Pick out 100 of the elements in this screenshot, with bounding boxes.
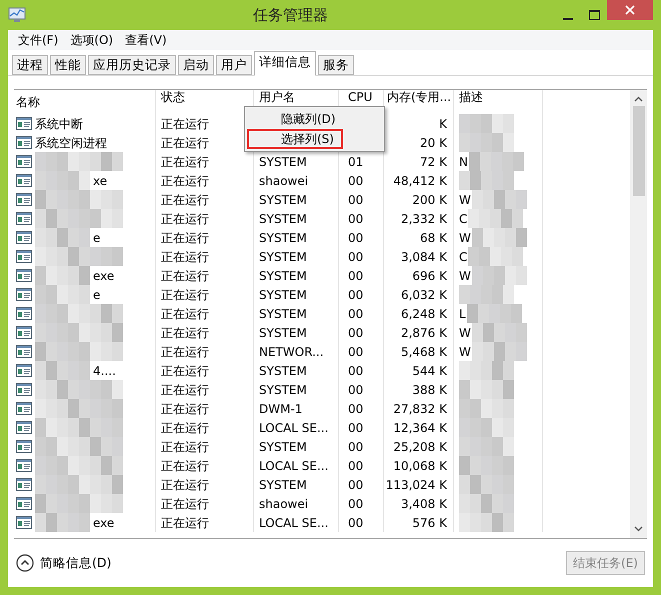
memory-cell-text: 68 K <box>420 230 447 246</box>
tab[interactable]: 用户 <box>216 55 252 75</box>
status-cell: 正在运行 <box>155 513 253 532</box>
redaction-mosaic <box>459 437 514 456</box>
menu-item[interactable]: 查看(V) <box>119 31 173 49</box>
redaction-mosaic <box>459 114 514 133</box>
cpu-cell-text: 00 <box>348 438 364 456</box>
process-name: exe <box>93 514 114 532</box>
tab[interactable]: 进程 <box>12 55 48 75</box>
cpu-cell-text: 00 <box>348 192 364 208</box>
memory-cell-text: 25,208 K <box>393 438 447 456</box>
maximize-icon <box>588 10 600 20</box>
redaction-mosaic <box>459 171 514 190</box>
scroll-thumb[interactable] <box>632 106 644 196</box>
cpu-cell-text: 00 <box>348 400 364 418</box>
menu-item[interactable]: 文件(F) <box>12 31 64 49</box>
tab[interactable]: 服务 <box>318 55 354 75</box>
status-cell: 正在运行 <box>155 228 253 247</box>
process-icon <box>16 516 32 529</box>
column-header[interactable]: 名称 <box>14 95 155 109</box>
status-cell: 正在运行 <box>155 456 253 475</box>
status-cell: 正在运行 <box>155 418 253 437</box>
cpu-cell-text: 00 <box>348 362 364 380</box>
memory-cell-text: 72 K <box>420 154 447 170</box>
collapse-icon[interactable] <box>16 554 34 572</box>
process-name: 系统中断 <box>35 116 83 132</box>
user-cell-text: SYSTEM <box>259 476 307 494</box>
fewer-details-link[interactable]: 简略信息(D) <box>40 554 112 572</box>
close-icon <box>625 5 635 15</box>
cpu-cell-text: 00 <box>348 382 364 398</box>
cpu-cell-text: 00 <box>348 514 364 532</box>
tab[interactable]: 性能 <box>50 55 86 75</box>
process-icon <box>16 383 32 396</box>
tab[interactable]: 启动 <box>178 55 214 75</box>
cpu-cell-text: 00 <box>348 230 364 246</box>
status-cell: 正在运行 <box>155 285 253 304</box>
user-cell-text: SYSTEM <box>259 306 307 322</box>
task-manager-icon <box>8 7 26 23</box>
memory-cell-text: 113,024 K <box>386 476 447 494</box>
user-cell-text: SYSTEM <box>259 248 307 266</box>
tab[interactable]: 应用历史记录 <box>88 55 176 75</box>
description-cell-text: L <box>459 306 466 322</box>
menu-item[interactable]: 选项(O) <box>64 31 120 49</box>
process-name: xe <box>93 172 108 190</box>
memory-cell-text: 2,332 K <box>400 210 447 228</box>
redaction-mosaic <box>459 513 514 532</box>
memory-cell-text: 10,068 K <box>393 458 447 474</box>
cpu-cell-text: 00 <box>348 420 364 436</box>
tab[interactable]: 详细信息 <box>254 51 316 76</box>
cpu-cell-text: 00 <box>348 476 364 494</box>
description-cell-text: W <box>459 192 471 208</box>
status-cell: 正在运行 <box>155 342 253 361</box>
scrollbar[interactable] <box>630 90 647 538</box>
redaction-mosaic <box>459 475 514 494</box>
description-cell-text: W <box>459 268 471 284</box>
description-cell-text: W <box>459 344 471 360</box>
scroll-down-icon[interactable] <box>634 526 643 532</box>
close-button[interactable] <box>607 0 653 20</box>
memory-cell-text: K <box>439 116 447 132</box>
process-icon <box>16 307 32 320</box>
status-cell: 正在运行 <box>155 304 253 323</box>
memory-cell-text: 696 K <box>412 268 447 284</box>
process-name: e <box>93 286 100 304</box>
memory-cell-text: 27,832 K <box>393 400 447 418</box>
memory-cell-text: 12,364 K <box>393 420 447 436</box>
user-cell-text: SYSTEM <box>259 210 307 228</box>
cpu-cell-text: 00 <box>348 496 364 512</box>
redaction-mosaic <box>459 380 514 399</box>
redaction-mosaic <box>472 190 527 209</box>
memory-cell-text: 3,408 K <box>400 496 447 512</box>
user-cell-text: shaowei <box>259 172 308 190</box>
process-icon <box>16 174 32 187</box>
redaction-mosaic <box>472 266 527 285</box>
scroll-up-icon[interactable] <box>634 96 643 102</box>
cpu-cell-text: 00 <box>348 210 364 228</box>
minimize-icon <box>563 18 573 20</box>
cpu-cell-text: 00 <box>348 248 364 266</box>
memory-cell-text: 48,412 K <box>393 172 447 190</box>
process-icon <box>16 231 32 244</box>
memory-cell-text: 2,876 K <box>400 324 447 342</box>
process-name: e <box>93 230 100 246</box>
redaction-mosaic <box>468 152 524 171</box>
redaction-mosaic <box>459 494 514 513</box>
memory-cell-text: 20 K <box>420 134 447 152</box>
user-cell-text: LOCAL SE... <box>259 514 328 532</box>
redaction-mosaic <box>472 342 527 361</box>
process-icon <box>16 402 32 415</box>
user-cell-text: NETWOR... <box>259 344 324 360</box>
user-cell-text: SYSTEM <box>259 192 307 208</box>
user-cell-text: DWM-1 <box>259 400 302 418</box>
user-cell-text: SYSTEM <box>259 268 307 284</box>
process-icon <box>16 459 32 472</box>
memory-cell-text: 200 K <box>412 192 447 208</box>
status-cell: 正在运行 <box>155 209 253 228</box>
status-cell: 正在运行 <box>155 494 253 513</box>
memory-cell-text: 3,084 K <box>400 248 447 266</box>
process-icon <box>16 326 32 339</box>
menu-item[interactable]: 选择列(S) <box>247 129 343 149</box>
status-cell: 正在运行 <box>155 380 253 399</box>
cpu-cell-text: 00 <box>348 344 364 360</box>
